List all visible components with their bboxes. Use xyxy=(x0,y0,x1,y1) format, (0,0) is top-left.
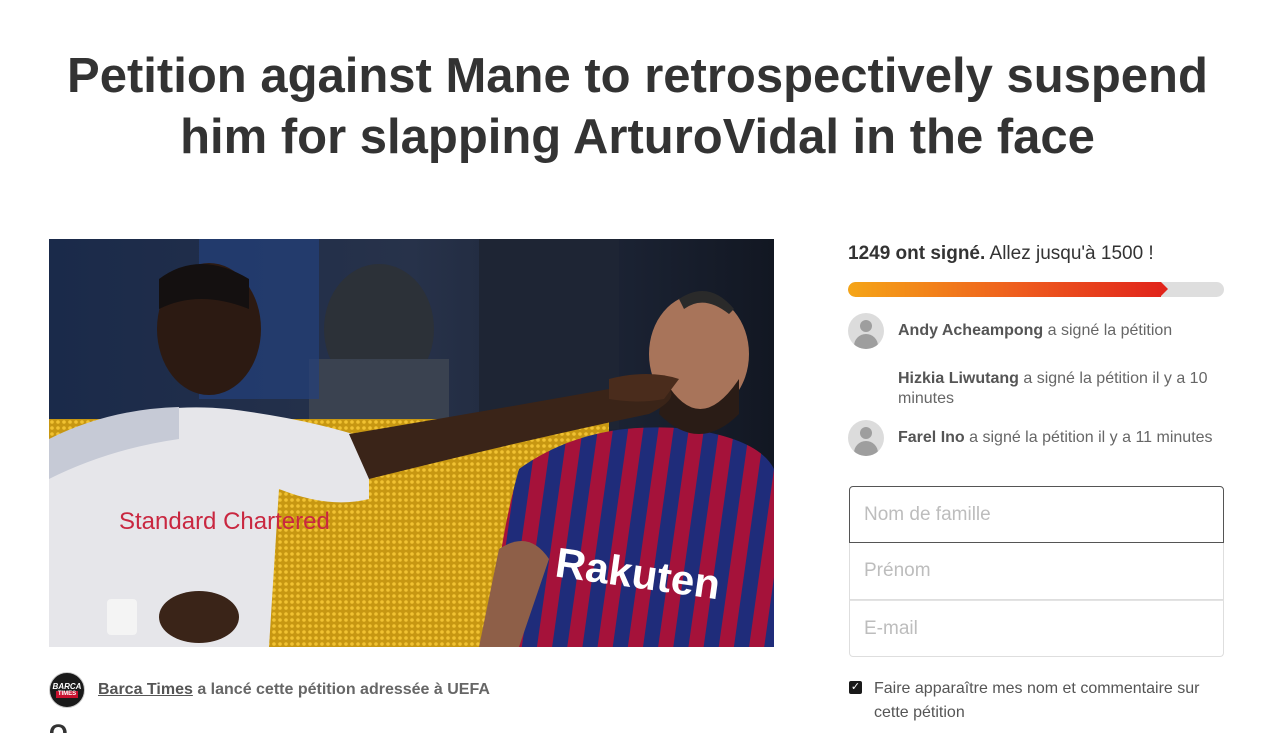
consent-checkbox[interactable]: ✓ xyxy=(849,681,862,694)
starter-text: a lancé cette pétition adressée à UEFA xyxy=(197,681,490,698)
page-title: Petition against Mane to retrospectively… xyxy=(40,46,1235,168)
jersey-sponsor-text: Standard Chartered xyxy=(119,508,330,535)
signer-action: a signé la pétition il y a 11 minutes xyxy=(969,429,1213,446)
progress-bar xyxy=(848,282,1224,297)
signer-name: Hizkia Liwutang xyxy=(898,370,1019,387)
goal-text: Allez jusqu'à 1500 ! xyxy=(989,243,1154,264)
recent-signer: Farel Ino a signé la pétition il y a 11 … xyxy=(848,420,1224,456)
email-field[interactable] xyxy=(849,600,1224,657)
starter-avatar[interactable]: BARCA TIMES xyxy=(49,672,85,708)
empty-avatar xyxy=(848,361,884,397)
signer-name: Farel Ino xyxy=(898,429,965,446)
title-line-1: Petition against Mane to retrospectively… xyxy=(67,49,1208,103)
petition-page: Petition against Mane to retrospectively… xyxy=(0,0,1275,733)
signer-name: Andy Acheampong xyxy=(898,322,1044,339)
signed-count: 1249 ont signé. xyxy=(848,243,986,264)
user-icon xyxy=(848,313,884,349)
avatar-line-2: TIMES xyxy=(55,690,79,698)
section-heading-cropped: Q xyxy=(49,722,68,733)
photo-illustration: Rakuten Standard Chartered xyxy=(49,239,774,647)
last-name-field[interactable] xyxy=(849,486,1224,543)
recent-signer: Andy Acheampong a signé la pétition xyxy=(848,313,1224,349)
recent-signer: Hizkia Liwutang a signé la pétition il y… xyxy=(848,361,1224,409)
signer-action: a signé la pétition xyxy=(1047,322,1173,339)
progress-fill xyxy=(848,282,1169,297)
starter-name-link[interactable]: Barca Times xyxy=(98,681,193,698)
display-name-consent: ✓ Faire apparaître mes nom et commentair… xyxy=(849,677,1224,725)
avatar-line-1: BARCA xyxy=(52,681,82,691)
consent-label: Faire apparaître mes nom et commentaire … xyxy=(874,680,1200,721)
signature-form xyxy=(849,486,1224,657)
petition-photo: Rakuten Standard Chartered xyxy=(49,239,774,647)
petition-starter: BARCA TIMES Barca Times a lancé cette pé… xyxy=(49,672,490,708)
first-name-field[interactable] xyxy=(849,543,1224,600)
signature-count: 1249 ont signé. Allez jusqu'à 1500 ! xyxy=(848,243,1154,265)
title-line-2: him for slapping ArturoVidal in the face xyxy=(180,110,1095,164)
user-icon xyxy=(848,420,884,456)
